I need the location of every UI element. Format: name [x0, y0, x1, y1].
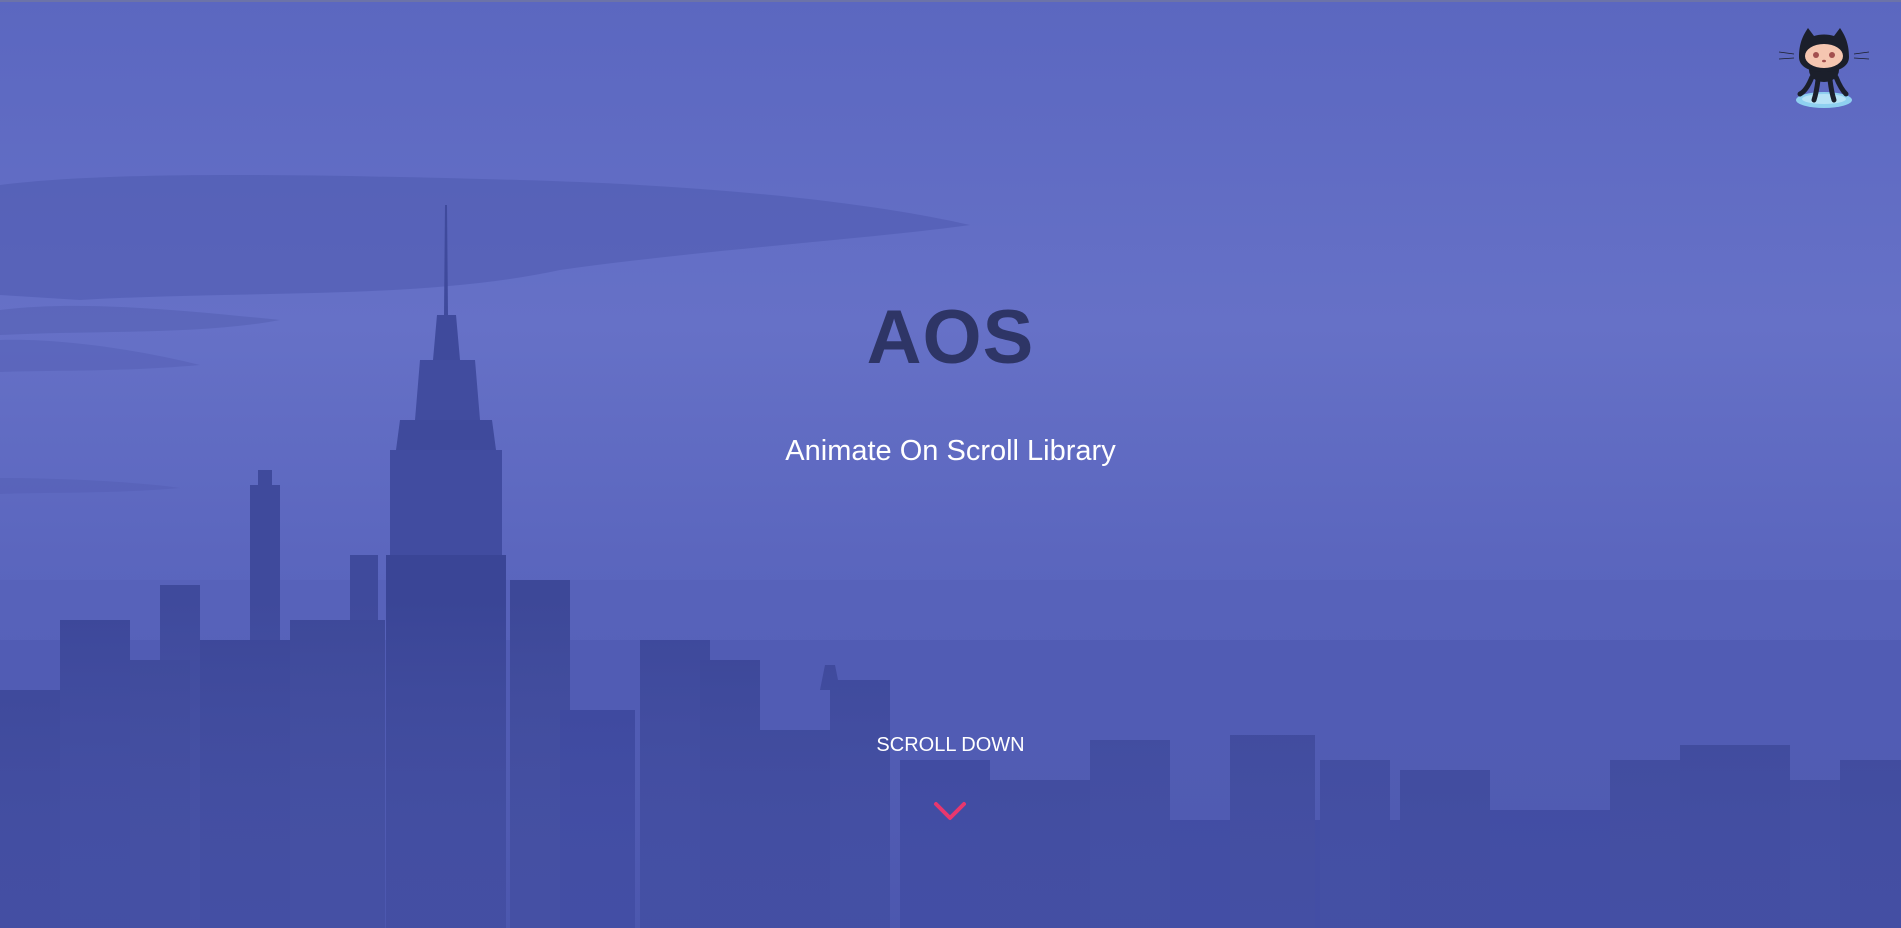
- chevron-down-icon[interactable]: [933, 800, 967, 824]
- scroll-down-label[interactable]: SCROLL DOWN: [0, 735, 1901, 755]
- hero-section: AOS Animate On Scroll Library SCROLL DOW…: [0, 0, 1901, 928]
- octocat-icon[interactable]: [1774, 22, 1872, 112]
- page-subtitle: Animate On Scroll Library: [785, 435, 1116, 467]
- page-title: AOS: [866, 295, 1035, 380]
